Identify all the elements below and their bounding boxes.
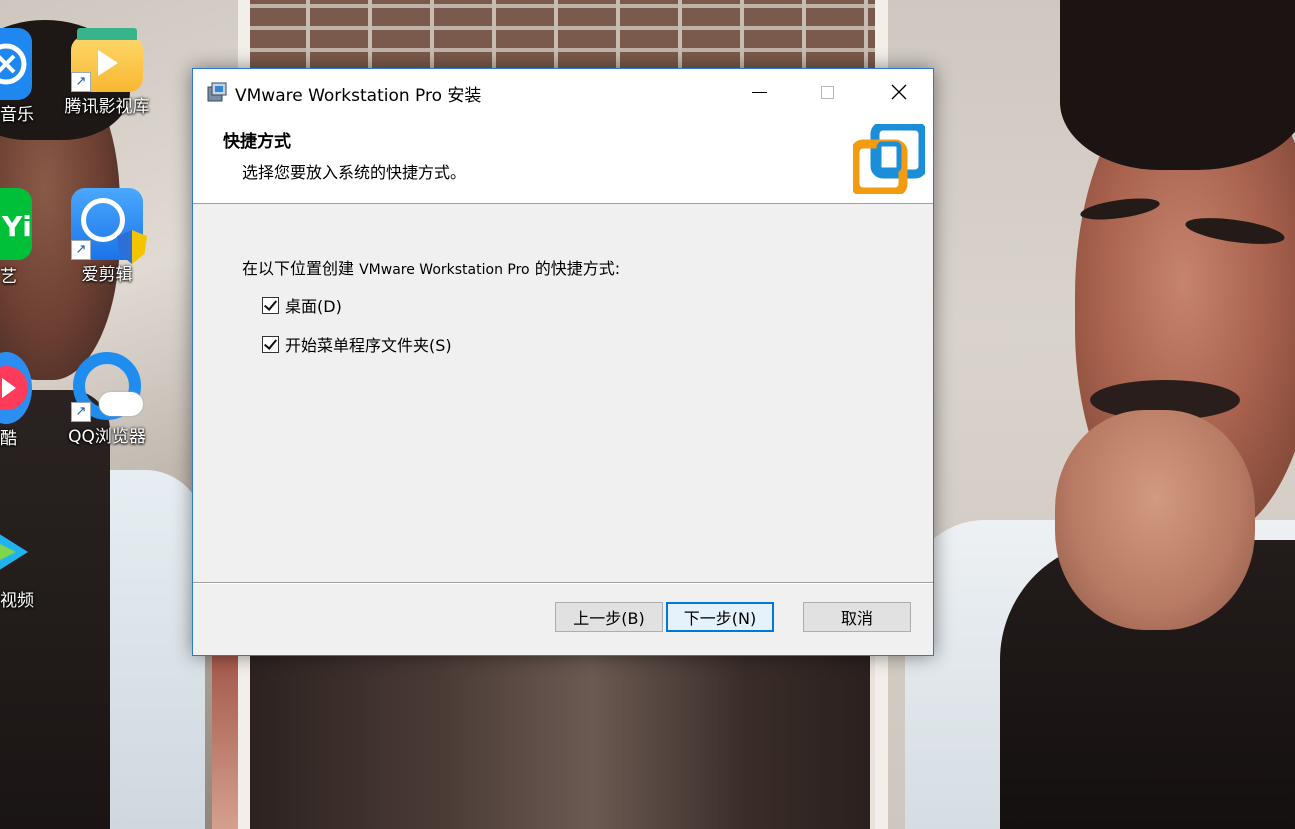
wallpaper-left-accent	[212, 650, 238, 829]
window-title: VMware Workstation Pro 安装	[235, 86, 482, 106]
music-x-icon	[0, 43, 27, 85]
wallpaper-brick-wall	[248, 0, 875, 70]
desktop-icon-tencent-video-library[interactable]: ↗ 腾讯影视库	[62, 26, 152, 118]
intro-suffix: 的快捷方式:	[534, 259, 621, 278]
close-icon	[891, 84, 907, 100]
next-button[interactable]: 下一步(N)	[666, 602, 774, 632]
start-menu-shortcut-checkbox[interactable]	[262, 335, 279, 353]
shortcut-intro-text: 在以下位置创建 VMware Workstation Pro 的快捷方式:	[242, 255, 620, 279]
start-menu-shortcut-option[interactable]: 开始菜单程序文件夹(S)	[262, 333, 452, 355]
tencent-video-app-icon[interactable]	[0, 516, 32, 588]
iqiyi-logo-icon: Yi	[1, 210, 32, 243]
desktop-icon-aijianji[interactable]: ↗ 爱剪辑	[62, 188, 152, 286]
tencent-video-icon	[0, 534, 28, 570]
installer-app-icon	[207, 82, 227, 102]
youku-app-icon[interactable]	[0, 352, 32, 424]
close-button[interactable]	[876, 69, 922, 115]
desktop-icon-label: 腾讯影视库	[64, 97, 150, 117]
play-icon	[98, 50, 118, 76]
folder-icon: ↗	[71, 28, 143, 92]
wizard-header: 快捷方式 选择您要放入系统的快捷方式。	[193, 115, 933, 204]
window-titlebar[interactable]: VMware Workstation Pro 安装	[193, 69, 933, 115]
wallpaper-center-bottom	[250, 655, 870, 829]
page-title: 快捷方式	[223, 132, 291, 152]
shortcut-arrow-icon: ↗	[71, 240, 91, 260]
desktop-shortcut-label: 桌面(D)	[285, 297, 342, 316]
desktop-icon-label-iqiyi: 艺	[0, 267, 17, 287]
intro-prefix: 在以下位置创建	[242, 259, 355, 278]
footer-divider-highlight	[193, 583, 933, 584]
installer-window: VMware Workstation Pro 安装 快捷方式 选择您要放入系统的…	[192, 68, 934, 656]
start-menu-shortcut-label: 开始菜单程序文件夹(S)	[285, 336, 452, 355]
page-subtitle: 选择您要放入系统的快捷方式。	[242, 163, 467, 182]
desktop-icon-label-video: 视频	[0, 591, 34, 611]
reel-icon	[81, 198, 125, 242]
shortcut-arrow-icon: ↗	[71, 402, 91, 422]
maximize-button[interactable]	[804, 69, 850, 115]
wizard-content: 在以下位置创建 VMware Workstation Pro 的快捷方式: 桌面…	[193, 204, 933, 582]
music-app-icon[interactable]	[0, 28, 32, 100]
desktop-icon-label-music: 音乐	[0, 105, 34, 125]
film-reel-icon: ↗	[71, 188, 147, 264]
desktop-icon-label-youku: 酷	[0, 429, 17, 449]
desktop-icon-qq-browser[interactable]: ↗ QQ浏览器	[62, 350, 152, 448]
cloud-icon	[99, 392, 143, 416]
uac-shield-icon	[117, 230, 147, 264]
desktop-icon-label: 爱剪辑	[81, 265, 133, 285]
desktop-shortcut-checkbox[interactable]	[262, 296, 279, 314]
intro-product-name: VMware Workstation Pro	[359, 262, 530, 278]
qq-browser-icon: ↗	[71, 350, 143, 422]
cancel-button[interactable]: 取消	[803, 602, 911, 632]
desktop-icon-label: QQ浏览器	[68, 427, 146, 447]
shortcut-arrow-icon: ↗	[71, 72, 91, 92]
wallpaper-right-hair	[1060, 0, 1295, 170]
back-button[interactable]: 上一步(B)	[555, 602, 663, 632]
vmware-logo-icon	[853, 124, 925, 194]
iqiyi-app-icon[interactable]: Yi	[0, 188, 32, 260]
youku-play-icon	[0, 366, 28, 410]
maximize-icon	[820, 85, 834, 99]
wallpaper-right-fist	[1055, 410, 1255, 630]
svg-text:Yi: Yi	[1, 210, 32, 243]
minimize-icon	[751, 91, 767, 93]
minimize-button[interactable]	[736, 69, 782, 115]
desktop-shortcut-option[interactable]: 桌面(D)	[262, 294, 342, 316]
